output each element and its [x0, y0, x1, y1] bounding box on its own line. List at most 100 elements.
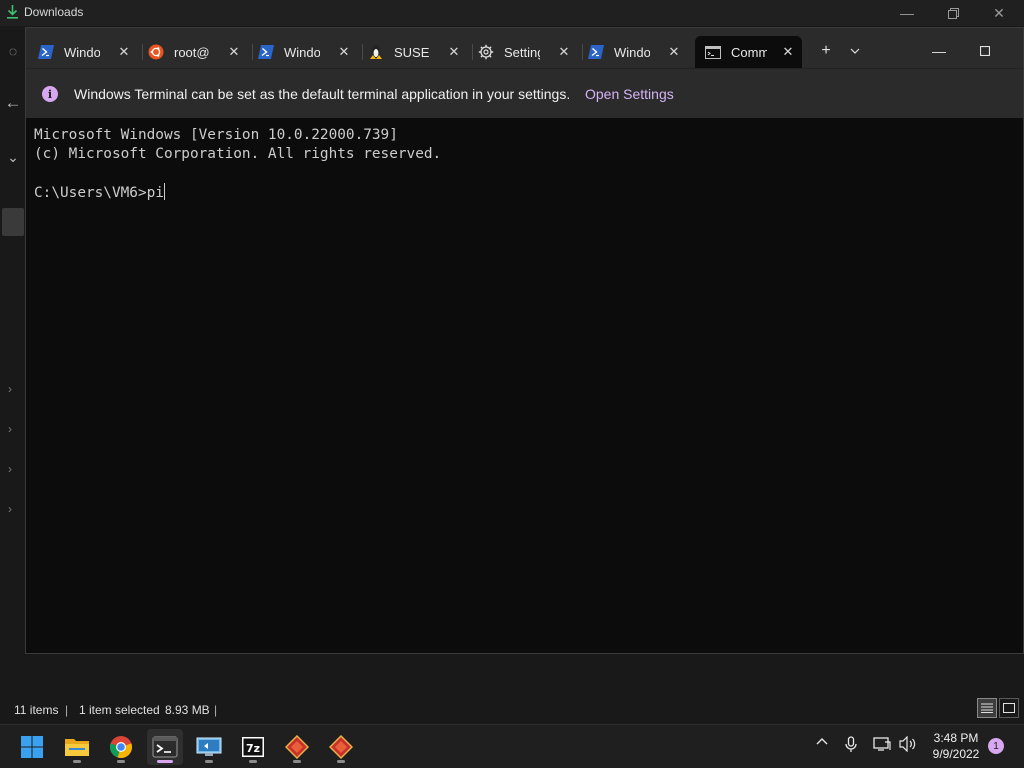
info-icon: i: [42, 86, 58, 102]
running-indicator: [73, 760, 81, 763]
chrome-icon: [109, 736, 133, 759]
terminal-tabbar: Windows PowerShell ✕ root@ ✕ Windows Pow…: [26, 28, 1023, 68]
close-icon[interactable]: ✕: [446, 44, 462, 60]
explorer-title: Downloads: [24, 5, 84, 19]
nav-chevron-icon[interactable]: ›: [8, 462, 12, 476]
close-icon[interactable]: ✕: [666, 44, 682, 60]
back-arrow-icon[interactable]: ←: [0, 92, 26, 114]
details-view-icon: [981, 703, 993, 713]
terminal-maximize-button[interactable]: [962, 38, 1008, 64]
tab-label: Windows PowerShell: [64, 44, 100, 60]
close-icon[interactable]: ✕: [780, 44, 796, 60]
status-separator: |: [65, 703, 69, 717]
app-diamond-icon: [329, 735, 353, 759]
notification-badge[interactable]: 1: [988, 738, 1004, 754]
terminal-minimize-button[interactable]: —: [916, 38, 962, 64]
tab-label: Command Prompt: [731, 44, 767, 60]
status-separator: |: [214, 703, 218, 717]
close-icon[interactable]: ✕: [556, 44, 572, 60]
nav-chevron-icon[interactable]: ›: [8, 382, 12, 396]
nav-selected-item[interactable]: [2, 208, 24, 236]
explorer-titlebar: Downloads — ✕: [0, 0, 1024, 26]
tab-powershell-2[interactable]: Windows PowerShell ✕: [258, 36, 358, 68]
selected-count: 1 item selected: [79, 703, 160, 717]
close-icon[interactable]: ✕: [116, 44, 132, 60]
new-tab-button[interactable]: +: [813, 38, 839, 64]
console-input[interactable]: pi: [147, 185, 164, 201]
tiles-view-button[interactable]: [999, 698, 1019, 718]
volume-icon[interactable]: [899, 735, 917, 755]
infobar-message: Windows Terminal can be set as the defau…: [74, 86, 571, 102]
running-indicator: [293, 760, 301, 763]
powershell-icon: [258, 44, 274, 60]
clock-time: 3:48 PM: [933, 731, 979, 745]
maximize-icon: [980, 46, 990, 56]
taskbar-app-diamond[interactable]: [279, 729, 315, 765]
gear-icon: [478, 44, 494, 60]
selected-size: 8.93 MB: [165, 703, 210, 717]
tab-powershell-3[interactable]: Windows PowerShell ✕: [588, 36, 688, 68]
explorer-restore-button[interactable]: [930, 0, 976, 26]
start-button[interactable]: [14, 729, 50, 765]
cmd-icon: [705, 44, 721, 60]
running-indicator: [249, 760, 257, 763]
tab-separator: [472, 44, 473, 60]
tab-suse-linux[interactable]: SUSE-Linux ✕: [368, 36, 468, 68]
terminal-window: Windows PowerShell ✕ root@ ✕ Windows Pow…: [25, 27, 1024, 654]
download-icon: [7, 5, 18, 19]
explorer-minimize-button[interactable]: —: [884, 0, 930, 26]
chevron-down-icon: [850, 48, 860, 54]
console-output[interactable]: Microsoft Windows [Version 10.0.22000.73…: [34, 126, 441, 203]
explorer-close-button[interactable]: ✕: [976, 0, 1022, 26]
running-indicator: [337, 760, 345, 763]
tab-label: root@: [174, 44, 210, 60]
linux-tux-icon: [368, 44, 384, 60]
tab-powershell-1[interactable]: Windows PowerShell ✕: [38, 36, 138, 68]
app-diamond-icon: [285, 735, 309, 759]
details-view-button[interactable]: [977, 698, 997, 718]
file-explorer-icon: [65, 739, 89, 756]
remote-desktop-icon: [196, 737, 222, 756]
microphone-icon[interactable]: [844, 736, 858, 757]
taskbar-terminal[interactable]: [147, 729, 183, 765]
console-line: Microsoft Windows [Version 10.0.22000.73…: [34, 127, 398, 143]
tab-separator: [362, 44, 363, 60]
7zip-icon: 7z: [242, 737, 264, 757]
expand-chevron-icon[interactable]: ⌄: [0, 146, 26, 168]
taskbar-file-explorer[interactable]: [59, 729, 95, 765]
powershell-icon: [38, 44, 54, 60]
taskbar-7zip[interactable]: 7z: [235, 729, 271, 765]
tab-settings[interactable]: Settings ✕: [478, 36, 578, 68]
tray-overflow-chevron-icon[interactable]: [815, 735, 829, 752]
nav-chevron-icon[interactable]: ›: [8, 422, 12, 436]
console-line: (c) Microsoft Corporation. All rights re…: [34, 146, 442, 162]
running-indicator: [117, 760, 125, 763]
tab-command-prompt[interactable]: Command Prompt ✕: [695, 36, 802, 68]
item-count: 11 items: [14, 703, 59, 717]
explorer-refresh-icon[interactable]: ◌: [0, 40, 26, 62]
tab-dropdown-button[interactable]: [844, 38, 866, 64]
running-indicator: [205, 760, 213, 763]
ubuntu-icon: [148, 44, 164, 60]
close-icon[interactable]: ✕: [226, 44, 242, 60]
console-prompt: C:\Users\VM6>: [34, 185, 147, 201]
powershell-icon: [588, 44, 604, 60]
tab-separator: [252, 44, 253, 60]
taskbar-remote-desktop[interactable]: [191, 729, 227, 765]
network-icon[interactable]: [873, 736, 891, 755]
terminal-icon: [152, 736, 178, 758]
explorer-statusbar: 11 items | 1 item selected 8.93 MB |: [0, 696, 1024, 724]
taskbar-chrome[interactable]: [103, 729, 139, 765]
open-settings-link[interactable]: Open Settings: [585, 86, 674, 102]
tab-separator: [582, 44, 583, 60]
tab-root-ubuntu[interactable]: root@ ✕: [148, 36, 248, 68]
tiles-view-icon: [1003, 703, 1015, 713]
clock-date: 9/9/2022: [932, 747, 980, 761]
close-icon[interactable]: ✕: [336, 44, 352, 60]
tab-label: Windows PowerShell: [614, 44, 650, 60]
tab-separator: [142, 44, 143, 60]
system-clock[interactable]: 3:48 PM 9/9/2022: [928, 730, 984, 762]
taskbar-app-diamond[interactable]: [323, 729, 359, 765]
text-cursor: [163, 183, 165, 200]
nav-chevron-icon[interactable]: ›: [8, 502, 12, 516]
